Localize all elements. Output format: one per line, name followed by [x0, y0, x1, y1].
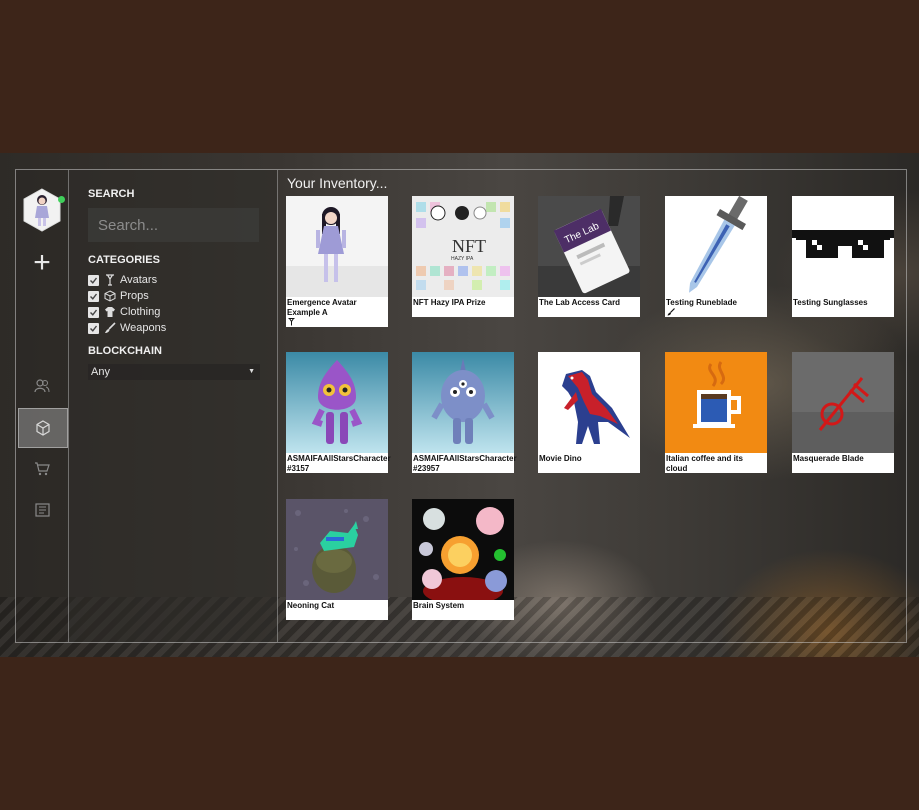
nft-logo-text: NFT [452, 236, 486, 256]
avatar-icon [286, 318, 388, 327]
clothing-checkbox[interactable] [88, 306, 99, 318]
search-box [88, 208, 259, 242]
search-heading: SEARCH [88, 188, 135, 200]
movie-dino-thumbnail [538, 352, 640, 453]
props-checkbox[interactable] [88, 290, 99, 302]
inventory-card-masquerade-blade[interactable]: Masquerade Blade [792, 352, 894, 473]
blockchain-heading: BLOCKCHAIN [88, 345, 162, 357]
masquerade-blade-thumbnail [792, 352, 894, 453]
category-label: Clothing [120, 306, 161, 318]
add-button[interactable]: + [29, 248, 55, 278]
dropdown-arrow-icon: ▼ [248, 368, 255, 375]
avatars-checkbox[interactable] [88, 274, 99, 286]
news-button[interactable] [16, 490, 68, 530]
inventory-window: + SEARCH Search... CATEGORIES Avatars Pr… [15, 169, 907, 643]
inventory-card-lab-access[interactable]: The Lab The Lab Access Card [538, 196, 640, 317]
inventory-card-asmaifa-3157[interactable]: ASMAIFAAllStarsCharacter #3157 [286, 352, 391, 473]
item-name: Brain System [413, 601, 465, 610]
inventory-card-emergence-avatar[interactable]: Emergence Avatar Example A [286, 196, 388, 327]
news-icon [35, 503, 50, 517]
shirt-icon [104, 306, 116, 318]
category-label: Weapons [120, 322, 167, 334]
inventory-card-nft-hazy-ipa[interactable]: NFT HAZY IPA NFT Hazy IPA Prize [412, 196, 514, 317]
item-name: ASMAIFAAllStarsCharacter #3157 [287, 454, 391, 473]
neoning-cat-thumbnail [286, 499, 388, 600]
blockchain-value: Any [91, 366, 110, 378]
people-icon [34, 379, 50, 393]
brain-system-thumbnail [412, 499, 514, 600]
inventory-panel: Your Inventory... Emergence Avatar Examp… [278, 170, 906, 642]
item-name: Emergence Avatar Example A [287, 298, 357, 317]
inventory-card-italian-coffee[interactable]: Italian coffee and its cloud [665, 352, 767, 473]
brush-icon [665, 308, 767, 317]
inventory-card-asmaifa-23957[interactable]: ASMAIFAAllStarsCharacter #23957 [412, 352, 517, 473]
people-button[interactable] [16, 366, 68, 406]
category-label: Avatars [120, 274, 158, 286]
avatar-icon [104, 274, 116, 286]
item-name: Movie Dino [539, 454, 582, 463]
lab-access-card-thumbnail: The Lab [538, 196, 640, 297]
shop-button[interactable] [16, 449, 68, 489]
category-weapons[interactable]: Weapons [88, 321, 166, 335]
blockchain-select[interactable]: Any ▼ [88, 364, 260, 380]
inventory-card-testing-runeblade[interactable]: Testing Runeblade [665, 196, 767, 317]
categories-heading: CATEGORIES [88, 254, 160, 266]
weapons-checkbox[interactable] [88, 322, 99, 334]
item-name: NFT Hazy IPA Prize [413, 298, 486, 307]
sunglasses-thumbnail [792, 196, 894, 297]
cart-icon [35, 462, 50, 476]
online-status-dot [58, 196, 65, 203]
item-name: Italian coffee and its cloud [666, 454, 743, 473]
category-clothing[interactable]: Clothing [88, 305, 160, 319]
inventory-card-brain-system[interactable]: Brain System [412, 499, 514, 620]
nav-rail: + [16, 170, 69, 642]
category-avatars[interactable]: Avatars [88, 273, 157, 287]
inventory-title: Your Inventory... [287, 175, 388, 191]
cube-icon [104, 290, 116, 302]
item-name: Testing Sunglasses [793, 298, 868, 307]
filter-sidebar: SEARCH CATEGORIES Avatars Props Clothing… [69, 170, 278, 642]
item-name: The Lab Access Card [539, 298, 621, 307]
user-avatar[interactable] [22, 188, 62, 232]
asmaifa-3157-thumbnail [286, 352, 388, 453]
inventory-card-neoning-cat[interactable]: Neoning Cat [286, 499, 388, 620]
item-name: ASMAIFAAllStarsCharacter #23957 [413, 454, 517, 473]
runeblade-thumbnail [665, 196, 767, 297]
brush-icon [104, 322, 116, 334]
italian-coffee-thumbnail [665, 352, 767, 453]
nft-subtitle-text: HAZY IPA [451, 256, 474, 262]
search-input[interactable] [88, 208, 259, 242]
item-name: Masquerade Blade [793, 454, 864, 463]
asmaifa-23957-thumbnail [412, 352, 514, 453]
inventory-button[interactable] [18, 408, 68, 448]
item-name: Neoning Cat [287, 601, 335, 610]
inventory-card-testing-sunglasses[interactable]: Testing Sunglasses [792, 196, 894, 317]
inventory-card-movie-dino[interactable]: Movie Dino [538, 352, 640, 473]
category-props[interactable]: Props [88, 289, 149, 303]
emergence-avatar-thumbnail [286, 196, 388, 297]
category-label: Props [120, 290, 149, 302]
item-name: Testing Runeblade [666, 298, 737, 307]
nft-hazy-ipa-thumbnail: NFT HAZY IPA [412, 196, 514, 297]
cube-icon [36, 420, 50, 436]
